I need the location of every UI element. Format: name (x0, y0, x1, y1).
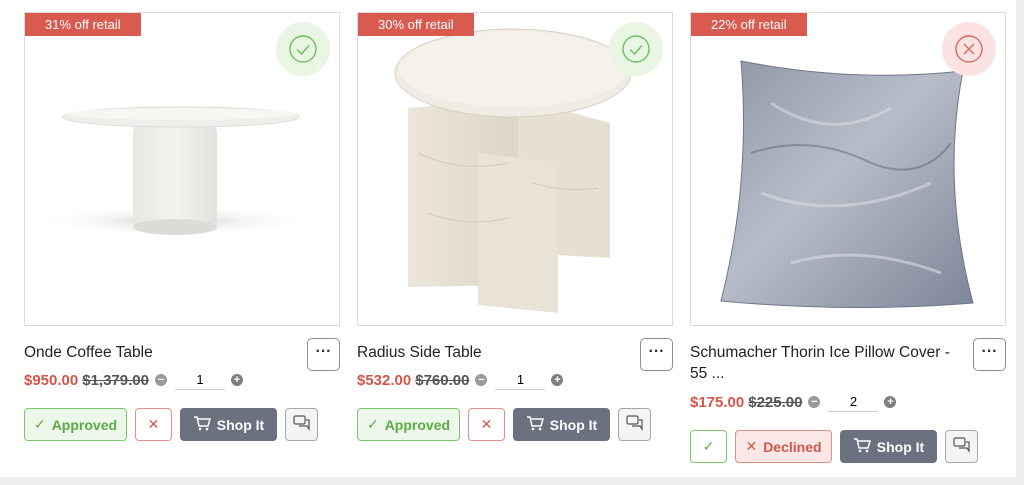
chat-bubbles-icon (292, 415, 311, 434)
approve-button[interactable]: ✓ Approved (24, 408, 127, 441)
product-name[interactable]: Radius Side Table (357, 342, 622, 363)
original-price: $225.00 (748, 393, 803, 411)
check-icon: ✓ (33, 416, 46, 432)
price-row: $532.00 $760.00 − + (357, 370, 564, 390)
shop-it-label: Shop It (876, 438, 925, 455)
plus-circle-icon[interactable]: + (551, 374, 564, 386)
price-row: $175.00 $225.00 − + (690, 392, 897, 412)
cart-icon (193, 415, 211, 434)
cart-icon (526, 415, 544, 434)
plus-circle-icon[interactable]: + (884, 396, 897, 408)
decline-button[interactable]: ✕ (468, 408, 505, 441)
close-icon: ✕ (480, 416, 493, 432)
comment-button[interactable] (285, 408, 318, 441)
shop-it-label: Shop It (549, 416, 598, 433)
product-name[interactable]: Onde Coffee Table (24, 342, 289, 363)
product-card: 22% off retail Schumacher Thorin Ice Pil… (690, 12, 1006, 472)
x-circle-icon (942, 22, 996, 76)
more-options-button[interactable]: ··· (307, 338, 340, 371)
chat-bubbles-icon (952, 437, 971, 456)
check-icon: ✓ (366, 416, 379, 432)
product-card: 30% off retail Radius Side Table ··· $53… (357, 12, 673, 472)
close-icon: ✕ (745, 438, 758, 454)
close-icon: ✕ (147, 416, 160, 432)
product-card: 31% off retail Onde Coffee Table ··· $95… (24, 12, 340, 472)
check-circle-icon (609, 22, 663, 76)
action-row: ✓ ✕ Declined Shop It (690, 430, 986, 463)
action-row: ✓ Approved ✕ Shop It (357, 408, 659, 441)
sale-price: $950.00 (24, 371, 79, 389)
minus-circle-icon[interactable]: − (808, 396, 821, 408)
check-circle-icon (276, 22, 330, 76)
product-image[interactable]: 30% off retail (357, 12, 673, 326)
product-image[interactable]: 31% off retail (24, 12, 340, 326)
plus-circle-icon[interactable]: + (230, 374, 243, 386)
quantity-input[interactable] (495, 370, 546, 390)
product-name[interactable]: Schumacher Thorin Ice Pillow Cover - 55 … (690, 342, 955, 384)
minus-circle-icon[interactable]: − (475, 374, 488, 386)
more-options-button[interactable]: ··· (973, 338, 1006, 371)
minus-circle-icon[interactable]: − (154, 374, 167, 386)
shop-it-button[interactable]: Shop It (513, 408, 610, 441)
quantity-input[interactable] (174, 370, 225, 390)
check-icon: ✓ (702, 438, 715, 454)
price-row: $950.00 $1,379.00 − + (24, 370, 243, 390)
decline-label: Declined (763, 438, 822, 455)
cart-icon (853, 437, 871, 456)
comment-button[interactable] (945, 430, 978, 463)
chat-bubbles-icon (625, 415, 644, 434)
approve-label: Approved (51, 416, 118, 433)
discount-badge: 31% off retail (25, 13, 141, 36)
more-dots-icon: ··· (981, 343, 998, 360)
approve-label: Approved (384, 416, 451, 433)
quantity-input[interactable] (828, 392, 879, 412)
product-grid: 31% off retail Onde Coffee Table ··· $95… (0, 0, 1024, 485)
decline-button[interactable]: ✕ Declined (735, 430, 832, 463)
discount-badge: 22% off retail (691, 13, 807, 36)
original-price: $1,379.00 (82, 371, 149, 389)
comment-button[interactable] (618, 408, 651, 441)
sale-price: $532.00 (357, 371, 412, 389)
shop-it-label: Shop It (216, 416, 265, 433)
discount-badge: 30% off retail (358, 13, 474, 36)
more-dots-icon: ··· (315, 343, 332, 360)
shop-it-button[interactable]: Shop It (840, 430, 937, 463)
product-image[interactable]: 22% off retail (690, 12, 1006, 326)
shop-it-button[interactable]: Shop It (180, 408, 277, 441)
approve-button[interactable]: ✓ Approved (357, 408, 460, 441)
more-dots-icon: ··· (648, 343, 665, 360)
original-price: $760.00 (415, 371, 470, 389)
sale-price: $175.00 (690, 393, 745, 411)
action-row: ✓ Approved ✕ Shop It (24, 408, 326, 441)
more-options-button[interactable]: ··· (640, 338, 673, 371)
decline-button[interactable]: ✕ (135, 408, 172, 441)
approve-button[interactable]: ✓ (690, 430, 727, 463)
